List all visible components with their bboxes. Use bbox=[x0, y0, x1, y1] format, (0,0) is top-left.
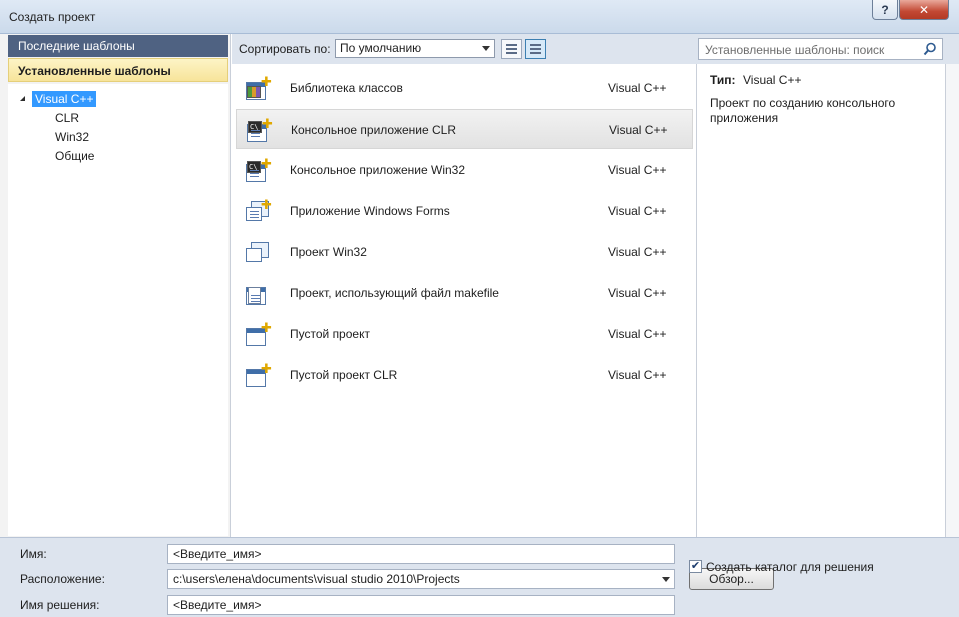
makefile-project-icon bbox=[246, 281, 272, 307]
sidebar-item-installed-templates[interactable]: Установленные шаблоны bbox=[8, 58, 228, 82]
search-placeholder: Установленные шаблоны: поиск bbox=[705, 43, 885, 57]
template-item-makefile[interactable]: Проект, использующий файл makefile Visua… bbox=[236, 273, 693, 313]
template-language: Visual C++ bbox=[608, 204, 667, 218]
template-language: Visual C++ bbox=[608, 163, 667, 177]
help-icon: ? bbox=[881, 2, 889, 17]
location-value: c:\users\елена\documents\visual studio 2… bbox=[173, 572, 460, 586]
project-settings-form: Имя: <Введите_имя> Расположение: c:\user… bbox=[0, 537, 959, 617]
template-item-empty-project[interactable]: ✚ Пустой проект Visual C++ bbox=[236, 314, 693, 354]
sort-toolbar: Сортировать по: По умолчанию bbox=[232, 34, 697, 64]
tree-item-win32[interactable]: Win32 bbox=[55, 129, 89, 145]
template-details-panel: Тип: Visual C++ Проект по созданию консо… bbox=[698, 64, 946, 537]
template-item-empty-clr-project[interactable]: ✚ Пустой проект CLR Visual C++ bbox=[236, 355, 693, 395]
close-button[interactable]: ✕ bbox=[899, 0, 949, 20]
console-app-icon: C\ ✚ bbox=[247, 117, 273, 144]
template-language: Visual C++ bbox=[608, 368, 667, 382]
template-language: Visual C++ bbox=[608, 81, 667, 95]
template-name: Проект Win32 bbox=[290, 245, 367, 259]
template-item-windows-forms[interactable]: ✚ Приложение Windows Forms Visual C++ bbox=[236, 191, 693, 231]
template-item-win32-project[interactable]: Проект Win32 Visual C++ bbox=[236, 232, 693, 272]
solution-name-label: Имя решения: bbox=[20, 598, 100, 612]
location-combobox[interactable]: c:\users\елена\documents\visual studio 2… bbox=[167, 569, 675, 589]
project-name-field[interactable]: <Введите_имя> bbox=[167, 544, 675, 564]
small-icons-view-button[interactable] bbox=[501, 39, 522, 59]
template-language: Visual C++ bbox=[608, 245, 667, 259]
sort-label: Сортировать по: bbox=[239, 42, 331, 56]
close-icon: ✕ bbox=[918, 2, 930, 17]
chevron-down-icon[interactable] bbox=[662, 577, 670, 582]
sidebar-item-recent-templates[interactable]: Последние шаблоны bbox=[8, 35, 228, 57]
empty-project-icon: ✚ bbox=[246, 362, 272, 389]
template-item-clr-console[interactable]: C\ ✚ Консольное приложение CLR Visual C++ bbox=[236, 109, 693, 149]
windows-forms-icon: ✚ bbox=[246, 198, 272, 225]
create-directory-checkbox[interactable]: ✔ bbox=[689, 560, 702, 573]
tree-item-general[interactable]: Общие bbox=[55, 148, 94, 164]
type-label: Тип: bbox=[710, 73, 736, 87]
template-list: ✚ Библиотека классов Visual C++ C\ ✚ Конс… bbox=[232, 64, 697, 537]
tree-item-clr[interactable]: CLR bbox=[55, 110, 79, 126]
template-name: Пустой проект CLR bbox=[290, 368, 398, 382]
title-bar: Создать проект ? ✕ bbox=[0, 0, 959, 34]
sidebar: Последние шаблоны Установленные шаблоны … bbox=[0, 34, 231, 537]
win32-project-icon bbox=[246, 240, 272, 266]
template-item-win32-console[interactable]: C\ ✚ Консольное приложение Win32 Visual C… bbox=[236, 150, 693, 190]
template-name: Проект, использующий файл makefile bbox=[290, 286, 499, 300]
template-language: Visual C++ bbox=[608, 327, 667, 341]
template-name: Консольное приложение CLR bbox=[291, 123, 456, 137]
details-view-button[interactable] bbox=[525, 39, 546, 59]
template-name: Приложение Windows Forms bbox=[290, 204, 450, 218]
template-language: Visual C++ bbox=[608, 286, 667, 300]
search-input[interactable]: Установленные шаблоны: поиск bbox=[698, 38, 943, 60]
template-language: Visual C++ bbox=[609, 123, 668, 137]
help-button[interactable]: ? bbox=[872, 0, 898, 20]
background-window-edge bbox=[946, 64, 959, 537]
search-icon[interactable] bbox=[923, 42, 937, 56]
class-library-icon: ✚ bbox=[246, 75, 272, 102]
window-title: Создать проект bbox=[9, 10, 96, 24]
tree-item-visual-cpp[interactable]: Visual C++ bbox=[32, 91, 97, 107]
create-directory-label[interactable]: Создать каталог для решения bbox=[706, 560, 874, 574]
template-name: Пустой проект bbox=[290, 327, 370, 341]
name-label: Имя: bbox=[20, 547, 47, 561]
template-description: Проект по созданию консольного приложени… bbox=[710, 96, 896, 125]
sort-dropdown[interactable]: По умолчанию bbox=[335, 39, 495, 58]
solution-name-field[interactable]: <Введите_имя> bbox=[167, 595, 675, 615]
template-tree: Visual C++ CLR Win32 Общие bbox=[8, 84, 228, 536]
console-app-icon: C\ ✚ bbox=[246, 157, 272, 184]
type-value: Visual C++ bbox=[743, 73, 802, 87]
chevron-down-icon bbox=[482, 46, 490, 51]
location-label: Расположение: bbox=[20, 572, 105, 586]
template-name: Консольное приложение Win32 bbox=[290, 163, 466, 177]
template-name: Библиотека классов bbox=[290, 81, 403, 95]
empty-project-icon: ✚ bbox=[246, 321, 272, 348]
sort-value: По умолчанию bbox=[340, 41, 422, 55]
template-item-class-library[interactable]: ✚ Библиотека классов Visual C++ bbox=[236, 68, 693, 108]
expand-arrow-icon[interactable] bbox=[20, 96, 25, 101]
